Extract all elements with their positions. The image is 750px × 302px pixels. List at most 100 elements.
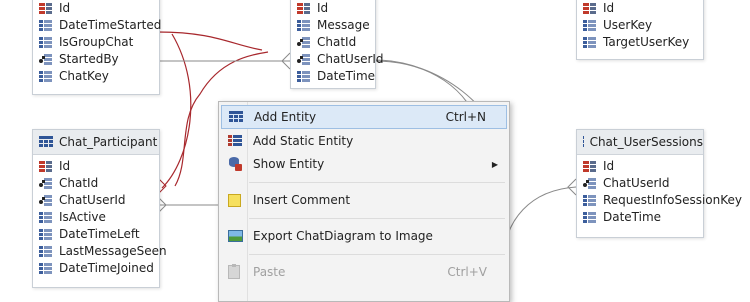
field-row[interactable]: DateTimeLeft bbox=[39, 226, 159, 243]
column-icon bbox=[39, 211, 53, 224]
relation-line-red bbox=[161, 33, 192, 189]
foreign-key-icon bbox=[297, 53, 311, 66]
menu-item-paste[interactable]: Paste Ctrl+V bbox=[221, 260, 507, 284]
column-icon bbox=[583, 194, 597, 207]
menu-item-label: Show Entity bbox=[253, 157, 325, 171]
menu-item-add-static-entity[interactable]: Add Static Entity bbox=[221, 129, 507, 153]
field-row[interactable]: ChatId bbox=[297, 34, 375, 51]
entity-header[interactable]: Chat_UserSessions bbox=[577, 130, 703, 155]
field-label: DateTime bbox=[317, 69, 376, 83]
column-icon bbox=[39, 36, 53, 49]
show-entity-icon bbox=[228, 157, 242, 171]
submenu-arrow-icon: ▶ bbox=[491, 159, 498, 169]
column-icon bbox=[39, 245, 53, 258]
field-label: LastMessageSeen bbox=[59, 244, 167, 258]
field-row[interactable]: DateTimeJoined bbox=[39, 260, 159, 277]
column-icon bbox=[39, 19, 53, 32]
field-row[interactable]: DateTimeStarted bbox=[39, 17, 162, 34]
table-icon bbox=[39, 136, 53, 148]
field-label: DateTimeStarted bbox=[59, 18, 162, 32]
entity-chat-user-sessions[interactable]: Chat_UserSessions Id ChatUserId RequestI… bbox=[576, 129, 742, 238]
field-row[interactable]: DateTime bbox=[297, 68, 375, 85]
field-label: Id bbox=[603, 1, 615, 15]
field-row[interactable]: UserKey bbox=[583, 17, 703, 34]
field-row[interactable]: RequestInfoSessionKey bbox=[583, 192, 742, 209]
field-row[interactable]: IsActive bbox=[39, 209, 159, 226]
menu-item-shortcut: Ctrl+N bbox=[445, 110, 486, 124]
primary-key-icon bbox=[39, 160, 53, 173]
menu-separator bbox=[249, 254, 505, 255]
entity-message[interactable]: Id Message ChatId ChatUserId DateTime bbox=[290, 0, 384, 89]
field-label: TargetUserKey bbox=[603, 35, 690, 49]
static-entity-icon bbox=[228, 135, 242, 147]
field-row[interactable]: ChatKey bbox=[39, 68, 159, 85]
entity-title: Chat_UserSessions bbox=[589, 135, 703, 149]
entity-fields: Id Message ChatId ChatUserId DateTime bbox=[291, 0, 384, 88]
field-label: DateTimeJoined bbox=[59, 261, 154, 275]
field-row[interactable]: Id bbox=[583, 0, 703, 17]
field-label: ChatId bbox=[317, 35, 357, 49]
column-icon bbox=[39, 262, 53, 275]
field-label: ChatUserId bbox=[59, 193, 126, 207]
field-label: Id bbox=[59, 159, 71, 173]
field-row[interactable]: Message bbox=[297, 17, 375, 34]
foreign-key-icon bbox=[39, 53, 53, 66]
foreign-key-icon bbox=[583, 177, 597, 190]
field-row[interactable]: ChatUserId bbox=[297, 51, 384, 68]
menu-item-label: Insert Comment bbox=[253, 193, 351, 207]
menu-item-label: Add Entity bbox=[254, 110, 317, 124]
field-row[interactable]: DateTime bbox=[583, 209, 703, 226]
menu-item-show-entity[interactable]: Show Entity ▶ bbox=[221, 152, 507, 176]
entity-title: Chat_Participant bbox=[59, 135, 158, 149]
menu-item-export-image[interactable]: Export ChatDiagram to Image bbox=[221, 224, 507, 248]
entity-fields: Id ChatId ChatUserId IsActive DateTimeLe… bbox=[33, 155, 167, 280]
field-row[interactable]: TargetUserKey bbox=[583, 34, 703, 51]
foreign-key-icon bbox=[39, 177, 53, 190]
column-icon bbox=[297, 19, 311, 32]
column-icon bbox=[583, 211, 597, 224]
primary-key-icon bbox=[583, 2, 597, 15]
entity-header[interactable]: Chat_Participant bbox=[33, 130, 159, 155]
field-label: RequestInfoSessionKey bbox=[603, 193, 742, 207]
table-icon bbox=[583, 136, 584, 148]
menu-item-insert-comment[interactable]: Insert Comment bbox=[221, 188, 507, 212]
menu-separator bbox=[249, 218, 505, 219]
column-icon bbox=[39, 228, 53, 241]
relation-line-red bbox=[157, 31, 263, 51]
column-icon bbox=[583, 36, 597, 49]
field-row[interactable]: Id bbox=[39, 158, 159, 175]
column-icon bbox=[39, 70, 53, 83]
field-row[interactable]: ChatUserId bbox=[583, 175, 703, 192]
field-label: Id bbox=[317, 1, 329, 15]
entity-chat-participant[interactable]: Chat_Participant Id ChatId ChatUserId Is… bbox=[32, 129, 167, 288]
field-label: Id bbox=[603, 159, 615, 173]
primary-key-icon bbox=[583, 160, 597, 173]
field-row[interactable]: StartedBy bbox=[39, 51, 159, 68]
field-row[interactable]: ChatId bbox=[39, 175, 159, 192]
field-label: Id bbox=[59, 1, 71, 15]
relation-line-gray bbox=[502, 186, 577, 300]
menu-item-label: Paste bbox=[253, 265, 286, 279]
field-label: IsActive bbox=[59, 210, 106, 224]
field-row[interactable]: Id bbox=[297, 0, 375, 17]
field-row[interactable]: Id bbox=[583, 158, 703, 175]
entity-user-target[interactable]: Id UserKey TargetUserKey bbox=[576, 0, 704, 60]
entity-chat[interactable]: Id DateTimeStarted IsGroupChat StartedBy… bbox=[32, 0, 162, 95]
entity-fields: Id DateTimeStarted IsGroupChat StartedBy… bbox=[33, 0, 162, 88]
field-row[interactable]: Id bbox=[39, 0, 159, 17]
menu-item-add-entity[interactable]: Add Entity Ctrl+N bbox=[221, 105, 507, 129]
entity-fields: Id ChatUserId RequestInfoSessionKey Date… bbox=[577, 155, 742, 229]
field-row[interactable]: IsGroupChat bbox=[39, 34, 159, 51]
entity-fields: Id UserKey TargetUserKey bbox=[577, 0, 703, 54]
column-icon bbox=[583, 19, 597, 32]
field-label: ChatId bbox=[59, 176, 99, 190]
field-row[interactable]: LastMessageSeen bbox=[39, 243, 167, 260]
field-label: StartedBy bbox=[59, 52, 119, 66]
foreign-key-icon bbox=[39, 194, 53, 207]
image-icon bbox=[228, 230, 243, 242]
menu-item-shortcut: Ctrl+V bbox=[447, 265, 487, 279]
field-row[interactable]: ChatUserId bbox=[39, 192, 159, 209]
menu-separator bbox=[249, 182, 505, 183]
primary-key-icon bbox=[297, 2, 311, 15]
menu-item-label: Export ChatDiagram to Image bbox=[253, 229, 433, 243]
